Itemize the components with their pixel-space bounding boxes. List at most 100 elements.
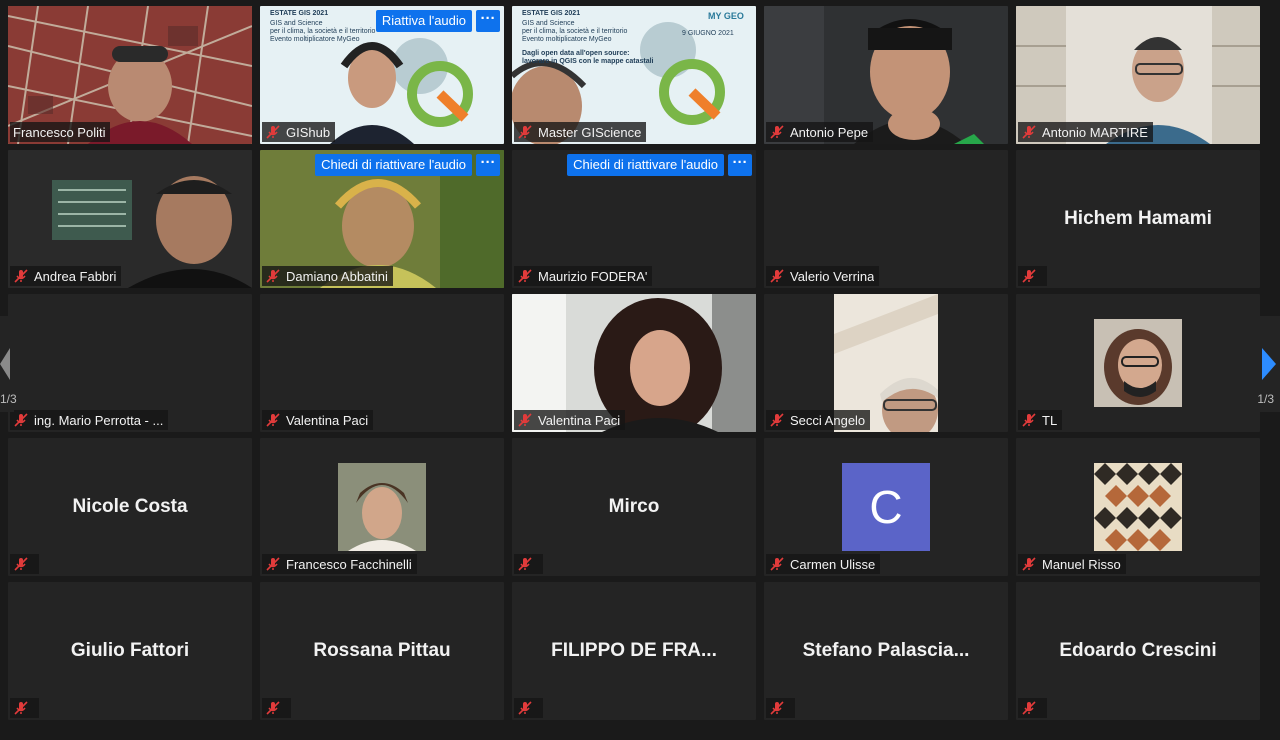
mic-muted-icon (769, 124, 785, 140)
slide-line: Evento moltiplicatore MyGeo (522, 36, 612, 43)
more-options-button[interactable]: ··· (476, 154, 500, 176)
unmute-audio-button[interactable]: Riattiva l'audio (375, 10, 472, 32)
nameplate (10, 698, 39, 718)
nameplate: Valentina Paci (262, 410, 374, 430)
mic-muted-icon (265, 124, 281, 140)
slide-line: per il clima, la società e il territorio (270, 28, 376, 35)
participant-display-name: Mirco (608, 496, 660, 517)
mic-muted-icon (769, 700, 785, 716)
mic-muted-icon (517, 700, 533, 716)
slide-body: lavorare in QGIS con le mappe catastali (522, 58, 654, 65)
slide-title: ESTATE GIS 2021 (270, 10, 329, 17)
nameplate: Andrea Fabbri (10, 266, 122, 286)
slide-title: ESTATE GIS 2021 (522, 10, 581, 17)
mic-muted-icon (517, 268, 533, 284)
nameplate: Antonio MARTIRE (1018, 122, 1153, 142)
participant-name: Damiano Abbatini (286, 268, 388, 284)
nameplate (262, 698, 291, 718)
slide-date: 9 GIUGNO 2021 (682, 30, 734, 37)
participant-name: Manuel Risso (1042, 556, 1121, 572)
participant-tile[interactable]: Francesco Politi (8, 6, 252, 144)
participant-tile[interactable]: Stefano Palascia... (764, 582, 1008, 720)
participant-name: Valerio Verrina (790, 268, 875, 284)
participant-name: TL (1042, 412, 1058, 428)
participant-tile[interactable]: Chiedi di riattivare l'audio ··· Maurizi… (512, 150, 756, 288)
nameplate: ing. Mario Perrotta - ... (10, 410, 169, 430)
mic-muted-icon (265, 556, 281, 572)
participant-tile[interactable]: Rossana Pittau (260, 582, 504, 720)
participant-display-name: FILIPPO DE FRA... (551, 640, 717, 661)
participant-tile[interactable]: Andrea Fabbri (8, 150, 252, 288)
participant-name: Francesco Facchinelli (286, 556, 412, 572)
nameplate: Francesco Politi (10, 122, 111, 142)
participant-display-name: Edoardo Crescini (1059, 640, 1217, 661)
participant-display-name: Giulio Fattori (70, 640, 190, 661)
nameplate (1018, 266, 1047, 286)
more-options-button[interactable]: ··· (728, 154, 752, 176)
participant-tile[interactable]: Giulio Fattori (8, 582, 252, 720)
profile-picture (338, 463, 426, 551)
slide-line: GIS and Science (270, 20, 323, 27)
participant-name: ing. Mario Perrotta - ... (34, 412, 164, 428)
participant-name: Antonio MARTIRE (1042, 124, 1148, 140)
participant-tile[interactable]: Manuel Risso (1016, 438, 1260, 576)
participant-tile[interactable]: Antonio Pepe (764, 6, 1008, 144)
mic-muted-icon (13, 556, 29, 572)
avatar-initial: C (842, 463, 930, 551)
slide-logo: MY GEO (708, 11, 744, 21)
participant-name: Master GIScience (538, 124, 642, 140)
mic-muted-icon (265, 412, 281, 428)
page-indicator-right: 1/3 (1257, 392, 1274, 406)
nameplate: Master GIScience (514, 122, 647, 142)
participant-tile[interactable]: Hichem Hamami (1016, 150, 1260, 288)
participant-tile[interactable]: ing. Mario Perrotta - ... (8, 294, 252, 432)
participant-name: Maurizio FODERA' (538, 268, 648, 284)
slide-line: GIS and Science (522, 20, 575, 27)
participant-name: Francesco Politi (13, 124, 106, 140)
mic-muted-icon (769, 412, 785, 428)
nameplate (766, 698, 795, 718)
gallery-grid: Francesco Politi ESTATE GIS 2021 GIS and… (8, 6, 1260, 720)
participant-tile[interactable]: Nicole Costa (8, 438, 252, 576)
more-options-button[interactable]: ··· (476, 10, 500, 32)
mic-muted-icon (13, 700, 29, 716)
mic-muted-icon (769, 268, 785, 284)
mic-muted-icon (265, 268, 281, 284)
participant-name: Antonio Pepe (790, 124, 869, 140)
nameplate (1018, 698, 1047, 718)
participant-tile[interactable]: Valerio Verrina (764, 150, 1008, 288)
participant-name: Carmen Ulisse (790, 556, 876, 572)
mic-muted-icon (517, 124, 533, 140)
participant-display-name: Hichem Hamami (1064, 208, 1212, 229)
participant-tile[interactable]: C Carmen Ulisse (764, 438, 1008, 576)
page-indicator-left: 1/3 (0, 392, 17, 406)
participant-tile[interactable]: Chiedi di riattivare l'audio ··· Damiano… (260, 150, 504, 288)
participant-name: GIShub (286, 124, 331, 140)
ask-unmute-button[interactable]: Chiedi di riattivare l'audio (315, 154, 472, 176)
mic-muted-icon (1021, 700, 1037, 716)
participant-tile[interactable]: Secci Angelo (764, 294, 1008, 432)
participant-tile[interactable]: Valentina Paci (260, 294, 504, 432)
nameplate: Manuel Risso (1018, 554, 1126, 574)
participant-tile[interactable]: FILIPPO DE FRA... (512, 582, 756, 720)
participant-tile[interactable]: ESTATE GIS 2021 GIS and Science per il c… (260, 6, 504, 144)
mic-muted-icon (13, 268, 29, 284)
ask-unmute-button[interactable]: Chiedi di riattivare l'audio (567, 154, 724, 176)
participant-tile[interactable]: ESTATE GIS 2021 GIS and Science per il c… (512, 6, 756, 144)
participant-tile[interactable]: Edoardo Crescini (1016, 582, 1260, 720)
mic-muted-icon (769, 556, 785, 572)
profile-picture (1094, 463, 1182, 551)
slide-line: per il clima, la società e il territorio (522, 28, 628, 35)
slide-line: Evento moltiplicatore MyGeo (270, 36, 360, 43)
mic-muted-icon (1021, 412, 1037, 428)
participant-tile[interactable]: Antonio MARTIRE (1016, 6, 1260, 144)
mic-muted-icon (13, 412, 29, 428)
participant-tile[interactable]: TL (1016, 294, 1260, 432)
participant-name: Valentina Paci (538, 412, 621, 428)
participant-tile[interactable]: Valentina Paci (512, 294, 756, 432)
participant-tile[interactable]: Mirco (512, 438, 756, 576)
mic-muted-icon (517, 556, 533, 572)
participant-tile[interactable]: Francesco Facchinelli (260, 438, 504, 576)
mic-muted-icon (1021, 124, 1037, 140)
nameplate: GIShub (262, 122, 336, 142)
